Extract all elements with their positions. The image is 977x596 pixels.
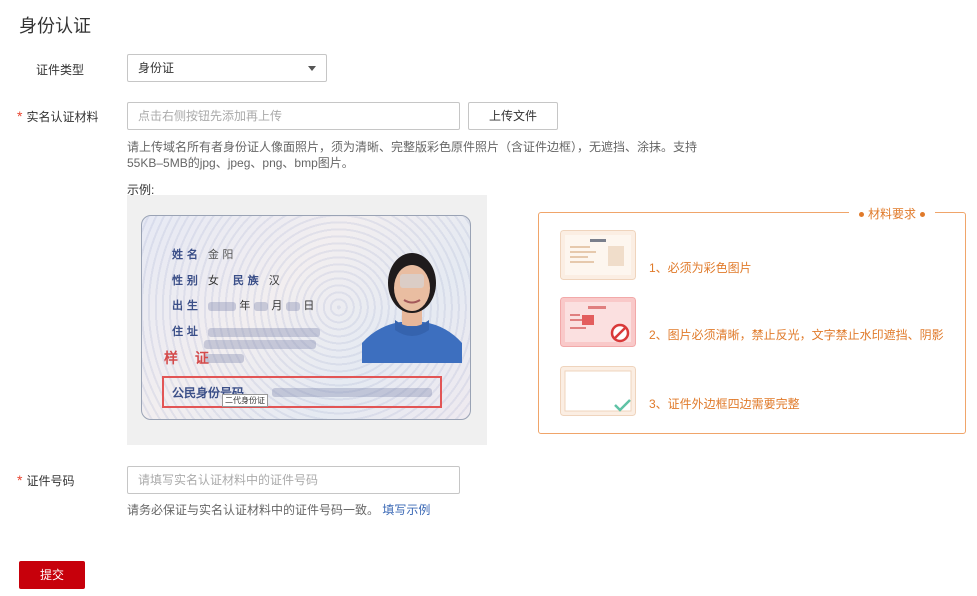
id-number-hint-text: 请务必保证与实名认证材料中的证件号码一致。	[127, 503, 380, 517]
portrait-photo	[362, 253, 462, 363]
blocked-doc-icon	[560, 297, 636, 347]
card-birth-month: 月	[271, 299, 283, 312]
requirement-item-1: 1、必须为彩色图片	[649, 261, 752, 275]
id-number-input[interactable]: 请填写实名认证材料中的证件号码	[127, 466, 460, 494]
card-name-value: 金 阳	[207, 248, 234, 261]
material-hint-line2: 55KB–5MB的jpg、jpeg、png、bmp图片。	[127, 156, 354, 170]
card-gender-value: 女	[207, 274, 219, 287]
card-birth-year: 年	[239, 299, 251, 312]
card-ethnicity-label: 民 族	[232, 274, 259, 287]
id-number-label: 证件号码	[26, 474, 75, 488]
card-id-tip: 二代身份证	[222, 394, 268, 407]
full-border-icon	[560, 366, 636, 416]
material-hint-line1: 请上传域名所有者身份证人像面照片，须为清晰、完整版彩色原件照片（含证件边框），无…	[127, 140, 698, 154]
required-mark: *	[17, 108, 23, 124]
page-title: 身份认证	[19, 16, 91, 36]
dot-icon	[858, 212, 864, 218]
id-type-label: 证件类型	[35, 63, 84, 77]
id-number-hint: 请务必保证与实名认证材料中的证件号码一致。 填写示例	[127, 502, 430, 518]
card-ethnicity-value: 汉	[268, 274, 280, 287]
material-label: 实名认证材料	[26, 110, 99, 124]
color-doc-icon	[560, 230, 636, 280]
sample-id-image: 姓 名金 阳 性 别女民 族汉 出 生 年 月 日 住 址 样 证 公民身份号码…	[127, 195, 487, 445]
sample-stamp: 样 证	[164, 351, 215, 367]
fill-example-link[interactable]: 填写示例	[382, 503, 430, 517]
card-name-label: 姓 名	[172, 248, 198, 261]
card-address-label: 住 址	[172, 325, 198, 338]
material-file-input[interactable]: 点击右侧按钮先添加再上传	[127, 102, 460, 130]
requirement-item-3: 3、证件外边框四边需要完整	[649, 397, 800, 411]
chevron-down-icon	[308, 66, 316, 71]
card-name-row: 姓 名金 阳	[172, 246, 233, 262]
material-requirements-panel: 材料要求 1、必须为彩色图片 2、图片必须清晰，禁止反光，文字禁止水印遮挡、阴影…	[538, 205, 966, 434]
id-type-value: 身份证	[138, 61, 175, 75]
requirements-title-text: 材料要求	[867, 207, 916, 221]
required-mark: *	[17, 472, 23, 488]
card-birth-label: 出 生	[172, 299, 198, 312]
requirement-item-2: 2、图片必须清晰，禁止反光，文字禁止水印遮挡、阴影	[649, 328, 944, 342]
id-type-select[interactable]: 身份证	[127, 54, 327, 82]
material-label-wrap: * 实名认证材料	[17, 108, 117, 125]
dot-icon	[920, 212, 925, 218]
upload-file-button[interactable]: 上传文件	[468, 102, 558, 130]
card-gender-label: 性 别	[172, 274, 198, 287]
material-placeholder: 点击右侧按钮先添加再上传	[138, 109, 283, 123]
id-number-placeholder: 请填写实名认证材料中的证件号码	[138, 473, 319, 487]
submit-button[interactable]: 提交	[19, 561, 85, 589]
requirements-title: 材料要求	[848, 205, 935, 222]
id-number-label-wrap: * 证件号码	[17, 472, 117, 489]
card-birth-row: 出 生 年 月 日	[172, 297, 314, 313]
sample-id-card: 姓 名金 阳 性 别女民 族汉 出 生 年 月 日 住 址 样 证 公民身份号码…	[141, 215, 471, 420]
card-birth-day: 日	[303, 299, 315, 312]
sample-id-number-highlight: 公民身份号码 二代身份证	[162, 376, 442, 408]
card-gender-row: 性 别女民 族汉	[172, 272, 280, 288]
material-hint: 请上传域名所有者身份证人像面照片，须为清晰、完整版彩色原件照片（含证件边框），无…	[127, 139, 727, 171]
